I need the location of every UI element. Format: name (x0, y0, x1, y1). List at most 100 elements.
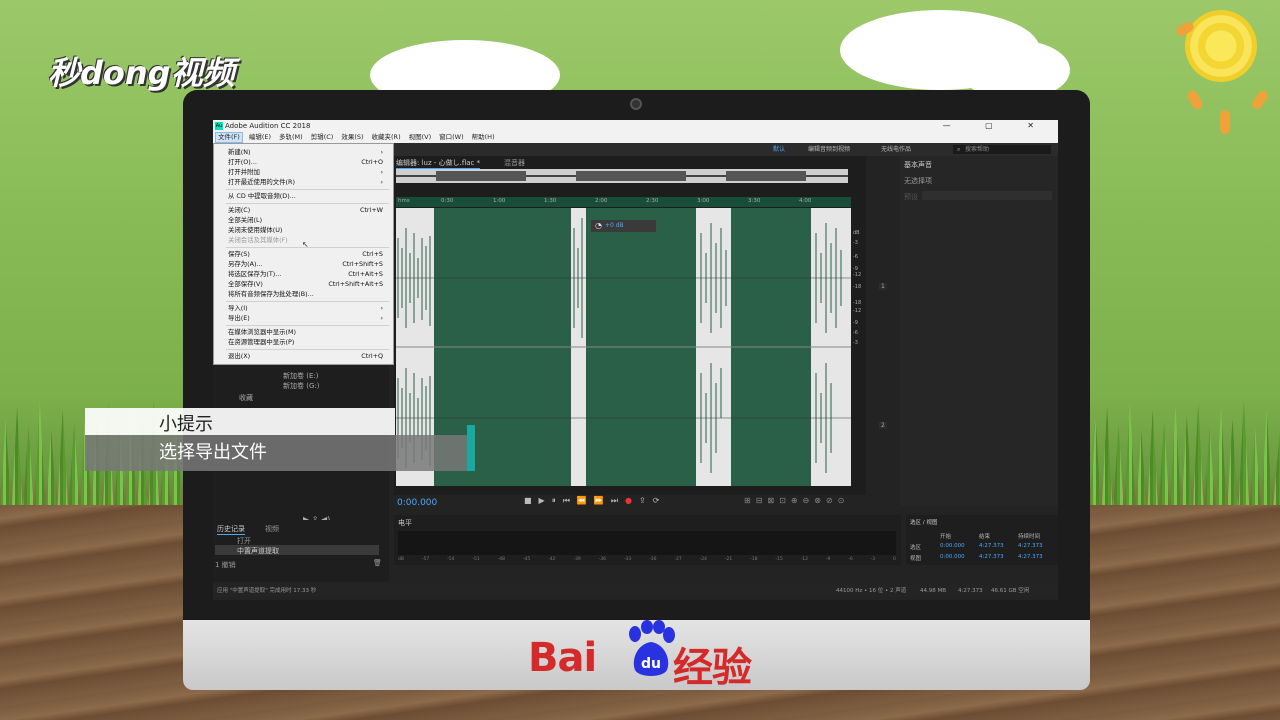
workspace-wireless[interactable]: 无线电作品 (881, 143, 911, 156)
mouse-cursor-icon: ↖ (302, 240, 309, 249)
window-title: Adobe Audition CC 2018 (225, 122, 311, 130)
sun-decoration (1185, 10, 1257, 82)
menu-window[interactable]: 窗口(W) (437, 132, 466, 143)
menu-separator (226, 325, 389, 326)
menu-bar: 文件(F) 编辑(E) 多轨(M) 剪辑(C) 效果(S) 收藏夹(R) 视图(… (213, 132, 1058, 143)
trash-icon[interactable]: 🗑 (373, 559, 382, 567)
menu-item-open-recent[interactable]: 打开最近使用的文件(R) › (228, 177, 387, 187)
channel-label: 2 (879, 422, 887, 429)
menu-item-save-as[interactable]: 另存为(A)... Ctrl+Shift+S (228, 259, 387, 269)
selection-duration[interactable]: 4:27.373 (1018, 543, 1043, 549)
ruler-tick: 4:00 (799, 198, 812, 204)
undo-count: 1 撤销 (215, 561, 236, 569)
levels-title: 电平 (398, 519, 412, 527)
volume-knob-icon[interactable]: ◔ (595, 221, 602, 230)
drive-item[interactable]: 新加卷 (G:) (283, 381, 319, 391)
menu-separator (226, 349, 389, 350)
favorites-label[interactable]: 收藏 (239, 393, 253, 403)
db-label: -12 (853, 308, 862, 314)
menu-separator (226, 189, 389, 190)
channel-label: 1 (879, 283, 887, 290)
camera-icon (630, 98, 642, 110)
status-free-space: 46.61 GB 空闲 (991, 588, 1030, 594)
status-duration: 4:27.373 (958, 588, 983, 594)
menu-clip[interactable]: 剪辑(C) (309, 132, 336, 143)
menu-item-extract-cd[interactable]: 从 CD 中提取音频(D)... (228, 191, 387, 201)
ruler-tick: 0:30 (441, 198, 454, 204)
window-controls[interactable]: — ▢ ✕ (943, 120, 1050, 132)
db-label: dB (853, 230, 860, 236)
menu-item-close-unused[interactable]: 关闭未使用媒体(U) (228, 225, 387, 235)
status-bar: 应用 "中置声道提取" 完成用时 17.33 秒 44100 Hz • 16 位… (213, 585, 1058, 597)
window-titlebar: Au Adobe Audition CC 2018 — ▢ ✕ (213, 120, 1058, 132)
drive-item[interactable]: 新加卷 (E:) (283, 371, 318, 381)
col-header: 结束 (979, 534, 991, 540)
selection-start[interactable]: 0:00.000 (940, 543, 965, 549)
selection-end[interactable]: 4:27.373 (979, 543, 1004, 549)
db-label: -6 (853, 254, 858, 260)
menu-item-exit[interactable]: 退出(X) Ctrl+Q (228, 351, 387, 361)
menu-item-save-all[interactable]: 全部保存(V) Ctrl+Shift+Alt+S (228, 279, 387, 289)
ruler-tick: 2:00 (595, 198, 608, 204)
monitor: du Bai 经验 Au Adobe Audition CC 2018 — ▢ … (183, 90, 1090, 693)
baidu-brand-right: 经验 (673, 635, 752, 693)
menu-item-open-append[interactable]: 打开并附加 › (228, 167, 387, 177)
search-help-input[interactable]: 搜索帮助 (953, 145, 1051, 154)
tab-history[interactable]: 历史记录 (217, 524, 245, 535)
menu-file[interactable]: 文件(F) (215, 132, 243, 143)
history-panel: 历史记录 视频 打开 中置声道提取 1 撤销 🗑 (213, 520, 389, 582)
level-meter (398, 531, 896, 555)
db-scale: dB -3 -6 -9 -12 -18 -18 -12 -9 -6 -3 (851, 208, 865, 486)
menu-separator (226, 301, 389, 302)
transport-bar: ■▶⏸⏮⏪⏩⏭●⇪⟳ ⊞⊟⊠⊡⊕⊖⊗⊘⊙ (394, 495, 866, 509)
tab-mixer[interactable]: 混音器 (504, 158, 525, 168)
ruler-tick: 3:00 (697, 198, 710, 204)
status-message: 应用 "中置声道提取" 完成用时 17.33 秒 (217, 588, 317, 594)
menu-item-close-all[interactable]: 全部关闭(L) (228, 215, 387, 225)
watermark-logo: 秒dong视频 (48, 54, 235, 92)
transport-controls[interactable]: ■▶⏸⏮⏪⏩⏭●⇪⟳ (524, 496, 666, 506)
history-item-center-extract[interactable]: 中置声道提取 (237, 546, 279, 556)
preset-label: 预设 (904, 193, 918, 201)
db-label: -3 (853, 240, 858, 246)
menu-item-save[interactable]: 保存(S) Ctrl+S (228, 249, 387, 259)
no-selection-label: 无选择项 (904, 177, 932, 185)
workspace-edit-video[interactable]: 编辑音频到视频 (808, 143, 850, 156)
baidu-brand-left: Bai (528, 635, 597, 681)
menu-item-save-selection[interactable]: 将选区保存为(T)... Ctrl+Alt+S (228, 269, 387, 279)
menu-edit[interactable]: 编辑(E) (247, 132, 273, 143)
menu-item-batch-save[interactable]: 将所有音频保存为批处理(B)... (228, 289, 387, 299)
menu-item-export[interactable]: 导出(E) › (228, 313, 387, 323)
menu-item-new[interactable]: 新建(N) › (228, 147, 387, 157)
db-label: -6 (853, 330, 858, 336)
ruler-tick: 1:30 (544, 198, 557, 204)
zoom-controls[interactable]: ⊞⊟⊠⊡⊕⊖⊗⊘⊙ (744, 496, 849, 505)
db-label: -12 (853, 272, 862, 278)
menu-view[interactable]: 视图(V) (407, 132, 434, 143)
menu-help[interactable]: 帮助(H) (470, 132, 497, 143)
menu-item-show-media-browser[interactable]: 在媒体浏览器中显示(M) (228, 327, 387, 337)
menu-multitrack[interactable]: 多轨(M) (277, 132, 305, 143)
preset-select[interactable] (922, 191, 1052, 200)
db-label: -9 (853, 320, 858, 326)
view-start[interactable]: 0:00.000 (940, 554, 965, 560)
menu-item-show-explorer[interactable]: 在资源管理器中显示(P) (228, 337, 387, 347)
workspace-default[interactable]: 默认 (773, 143, 785, 156)
menu-separator (226, 203, 389, 204)
ruler-tick: 2:30 (646, 198, 659, 204)
view-end[interactable]: 4:27.373 (979, 554, 1004, 560)
menu-item-import[interactable]: 导入(I) › (228, 303, 387, 313)
tab-editor[interactable]: 编辑器: luz - 心做し.flac * (396, 158, 481, 169)
tip-accent (467, 425, 475, 471)
current-time: 0:00.000 (397, 498, 438, 508)
waveform-overview[interactable] (396, 169, 848, 183)
menu-favorites[interactable]: 收藏夹(R) (370, 132, 403, 143)
menu-item-open[interactable]: 打开(O)... Ctrl+O (228, 157, 387, 167)
view-duration[interactable]: 4:27.373 (1018, 554, 1043, 560)
tab-video[interactable]: 视频 (265, 524, 279, 534)
menu-item-close[interactable]: 关闭(C) Ctrl+W (228, 205, 387, 215)
sun-ray (1220, 110, 1230, 134)
time-ruler[interactable]: hms 0:30 1:00 1:30 2:00 2:30 3:00 3:30 4… (396, 197, 851, 207)
menu-effects[interactable]: 效果(S) (339, 132, 365, 143)
essential-sound-panel: 基本声音 无选择项 预设 (900, 156, 1058, 506)
